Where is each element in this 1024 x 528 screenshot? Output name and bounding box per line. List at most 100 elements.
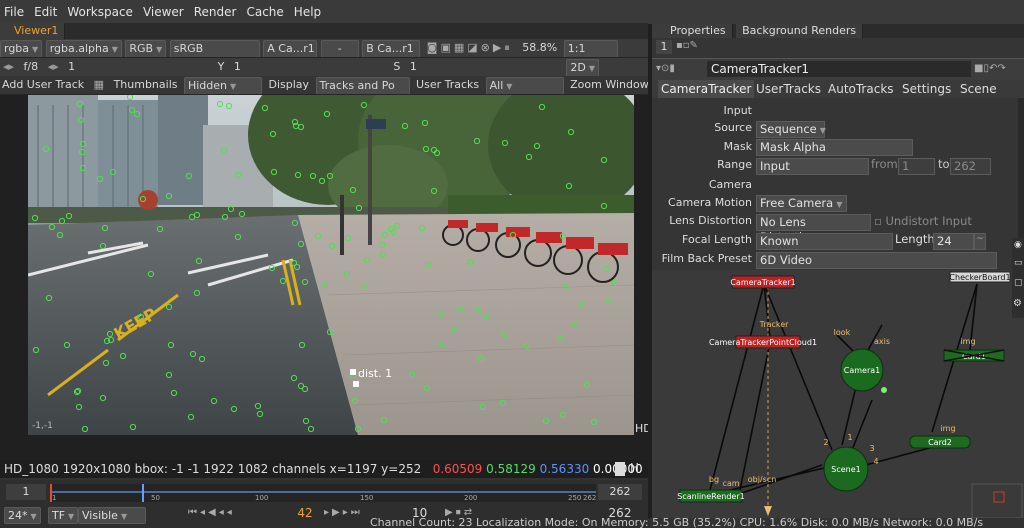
track-marker[interactable] [31, 214, 39, 222]
tab-properties[interactable]: Properties [652, 24, 733, 38]
track-marker[interactable] [156, 225, 164, 233]
channels-dropdown[interactable]: rgba ▼ [0, 40, 43, 57]
track-marker[interactable] [119, 352, 127, 360]
track-marker[interactable] [79, 164, 87, 172]
track-marker[interactable] [509, 231, 517, 239]
track-marker[interactable] [380, 416, 388, 424]
node-graph[interactable]: CameraTracker1 CheckerBoard1 Tracker Cam… [652, 270, 1024, 519]
max-panels-field[interactable]: 1 [656, 40, 672, 54]
track-marker[interactable] [328, 242, 336, 250]
timeline-bar[interactable]: 1 50 100 150 200 250 262 [50, 484, 596, 502]
zoom-value[interactable]: 58.8% [519, 40, 560, 56]
track-marker[interactable] [439, 340, 447, 348]
track-marker[interactable] [75, 403, 83, 411]
subtab-scene[interactable]: Scene [960, 80, 997, 98]
tf-dropdown[interactable]: TF ▼ [48, 507, 79, 524]
track-marker[interactable] [326, 172, 334, 180]
gear-icon[interactable]: ⚙ [1013, 298, 1022, 309]
track-marker[interactable] [309, 172, 317, 180]
track-marker[interactable] [604, 297, 612, 305]
track-marker[interactable] [102, 359, 110, 367]
fstop-arrows-icon[interactable]: ◂▸ [0, 59, 17, 75]
length-field[interactable]: 24 [933, 233, 974, 250]
track-marker[interactable] [165, 192, 173, 200]
fps-dropdown[interactable]: 24* ▼ [4, 507, 41, 524]
track-marker[interactable] [433, 149, 441, 157]
track-marker[interactable] [424, 260, 432, 268]
track-marker[interactable] [225, 102, 233, 110]
track-marker[interactable] [187, 413, 195, 421]
track-marker[interactable] [457, 307, 465, 315]
track-marker[interactable] [501, 330, 509, 338]
track-marker[interactable] [475, 307, 483, 315]
transport-forward-buttons[interactable]: ▸▶▸⏭ [324, 507, 363, 518]
node-header-icons[interactable]: ▾⊙▮ [656, 63, 675, 74]
track-marker[interactable] [290, 259, 298, 267]
length-curve-icon[interactable]: ~ [974, 233, 986, 250]
track-marker[interactable] [170, 389, 178, 397]
menu-viewer[interactable]: Viewer [138, 0, 189, 24]
track-marker[interactable] [291, 219, 299, 227]
track-marker[interactable] [542, 417, 550, 425]
track-marker[interactable] [603, 265, 611, 273]
track-marker[interactable] [79, 140, 87, 148]
menu-cache[interactable]: Cache [241, 0, 288, 24]
film-back-dropdown[interactable]: 6D Video [756, 252, 997, 269]
tab-background-renders[interactable]: Background Renders [736, 24, 864, 38]
gamma-value[interactable]: 1 [231, 59, 387, 75]
camera-motion-dropdown[interactable]: Free Camera ▼ [756, 195, 847, 212]
track-marker[interactable] [99, 394, 107, 402]
track-marker[interactable] [216, 100, 224, 108]
track-marker[interactable] [482, 312, 490, 320]
panel-tool-icons[interactable]: ▪▫✎ [676, 40, 698, 51]
subtab-usertracks[interactable]: UserTracks [756, 80, 821, 98]
track-marker[interactable] [101, 224, 109, 232]
track-marker[interactable] [477, 355, 485, 363]
track-marker[interactable] [78, 148, 86, 156]
track-marker[interactable] [76, 100, 84, 108]
to-field[interactable]: 262 [950, 158, 991, 175]
track-marker[interactable] [137, 313, 145, 321]
thumbnails-dropdown[interactable]: Hidden ▼ [183, 77, 262, 94]
track-marker[interactable] [133, 110, 141, 118]
track-marker[interactable] [430, 187, 438, 195]
track-marker[interactable] [254, 402, 262, 410]
playback-mode-icons[interactable]: ▶⏹⇄ [445, 507, 475, 518]
subtab-cameratracker[interactable]: CameraTracker [658, 80, 755, 98]
track-marker[interactable] [559, 232, 567, 240]
node-header-right-icons[interactable]: ■▯↶↷ [974, 63, 1006, 74]
track-marker[interactable] [270, 168, 278, 176]
range-dropdown[interactable]: Input [756, 158, 869, 175]
track-marker[interactable] [326, 328, 334, 336]
track-marker[interactable] [230, 405, 238, 413]
track-marker[interactable] [126, 95, 134, 101]
track-marker[interactable] [533, 142, 541, 150]
playhead[interactable] [142, 484, 144, 502]
track-marker[interactable] [189, 350, 197, 358]
distance-handle[interactable] [350, 369, 356, 375]
track-marker[interactable] [297, 123, 305, 131]
track-marker[interactable] [523, 342, 531, 350]
undistort-checkbox[interactable]: ▫ Undistort Input [874, 214, 972, 228]
track-marker[interactable] [234, 233, 242, 241]
track-marker[interactable] [436, 310, 444, 318]
track-marker[interactable] [220, 146, 228, 154]
track-marker[interactable] [77, 116, 85, 124]
frame-start-field[interactable]: 1 [6, 484, 46, 500]
track-marker[interactable] [379, 250, 387, 258]
track-marker[interactable] [408, 371, 416, 379]
track-marker[interactable] [147, 270, 155, 278]
user-tracks-dropdown[interactable]: All ▼ [485, 77, 564, 94]
track-marker[interactable] [193, 289, 201, 297]
track-marker[interactable] [567, 128, 575, 136]
track-marker[interactable] [590, 418, 598, 426]
track-marker[interactable] [193, 211, 201, 219]
track-marker[interactable] [351, 397, 359, 405]
track-marker[interactable] [210, 397, 218, 405]
display-dropdown[interactable]: Tracks and Po [315, 77, 410, 94]
frame-end-field[interactable]: 262 [598, 484, 642, 500]
track-marker[interactable] [600, 156, 608, 164]
track-marker[interactable] [167, 341, 175, 349]
track-marker[interactable] [198, 355, 206, 363]
ratio-dropdown[interactable]: 1:1 [563, 40, 618, 57]
